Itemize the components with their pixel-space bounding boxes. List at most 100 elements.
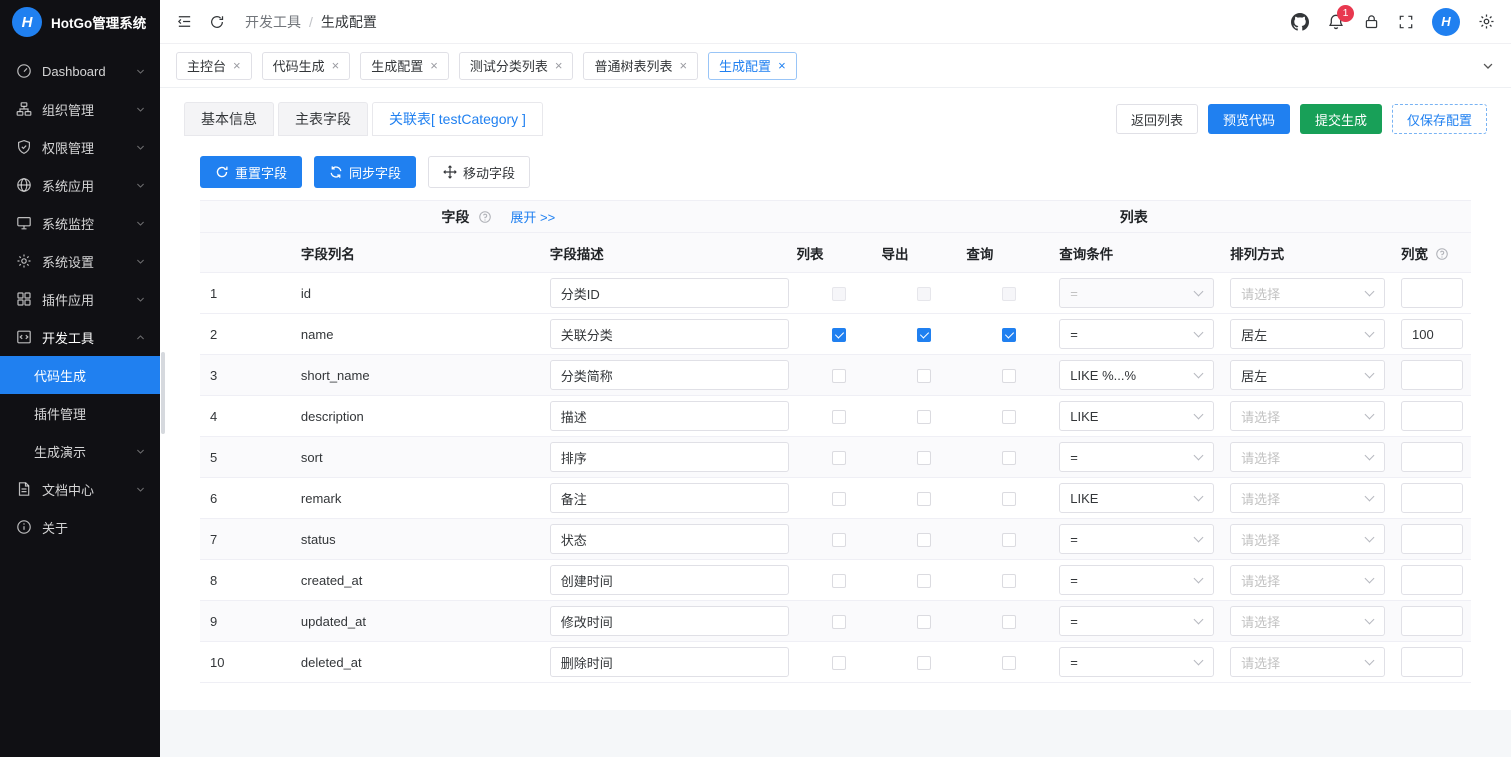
list-checkbox[interactable] [832,410,846,424]
export-checkbox[interactable] [917,451,931,465]
close-icon[interactable]: × [679,59,687,72]
sidebar-item-system-app[interactable]: 系统应用 [0,166,160,204]
tab-list-dropdown-button[interactable] [1481,59,1495,73]
export-checkbox[interactable] [917,656,931,670]
list-checkbox[interactable] [832,574,846,588]
list-checkbox[interactable] [832,287,846,301]
export-checkbox[interactable] [917,410,931,424]
field-desc-input[interactable] [550,319,789,349]
query-checkbox[interactable] [1002,533,1016,547]
app-logo[interactable]: HotGo管理系统 [0,0,160,44]
breadcrumb-section[interactable]: 开发工具 [245,12,301,32]
field-desc-input[interactable] [550,606,789,636]
sidebar-item-system-settings[interactable]: 系统设置 [0,242,160,280]
align-select[interactable]: 居左 [1230,319,1385,349]
sync-fields-button[interactable]: 同步字段 [314,156,416,188]
expand-fields-link[interactable]: 展开 >> [510,207,555,226]
list-checkbox[interactable] [832,369,846,383]
help-icon[interactable] [1435,247,1449,261]
query-checkbox[interactable] [1002,328,1016,342]
close-icon[interactable]: × [233,59,241,72]
field-desc-input[interactable] [550,442,789,472]
query-condition-select[interactable]: = [1059,278,1214,308]
query-condition-select[interactable]: = [1059,565,1214,595]
settings-gear-button[interactable] [1478,13,1495,30]
submit-generate-button[interactable]: 提交生成 [1300,104,1382,134]
github-icon[interactable] [1291,13,1309,31]
close-icon[interactable]: × [555,59,563,72]
sidebar-item-doc-center[interactable]: 文档中心 [0,470,160,508]
sidebar-item-organization[interactable]: 组织管理 [0,90,160,128]
tab-item[interactable]: 普通树表列表× [583,52,698,80]
query-condition-select[interactable]: = [1059,524,1214,554]
export-checkbox[interactable] [917,615,931,629]
column-width-input[interactable] [1401,483,1463,513]
field-desc-input[interactable] [550,483,789,513]
align-select[interactable]: 居左 [1230,360,1385,390]
sidebar-collapse-button[interactable] [176,13,193,30]
query-checkbox[interactable] [1002,492,1016,506]
refresh-button[interactable] [209,14,225,30]
query-condition-select[interactable]: LIKE %...% [1059,360,1214,390]
export-checkbox[interactable] [917,287,931,301]
query-checkbox[interactable] [1002,287,1016,301]
close-icon[interactable]: × [430,59,438,72]
field-desc-input[interactable] [550,647,789,677]
tab-item[interactable]: 测试分类列表× [459,52,574,80]
export-checkbox[interactable] [917,328,931,342]
sidebar-item-about[interactable]: 关于 [0,508,160,546]
align-select[interactable]: 请选择 [1230,565,1385,595]
scrollbar-thumb[interactable] [161,352,165,434]
align-select[interactable]: 请选择 [1230,442,1385,472]
query-condition-select[interactable]: LIKE [1059,483,1214,513]
list-checkbox[interactable] [832,451,846,465]
query-checkbox[interactable] [1002,451,1016,465]
query-condition-select[interactable]: = [1059,319,1214,349]
query-condition-select[interactable]: = [1059,606,1214,636]
tab-basic-info[interactable]: 基本信息 [184,102,274,136]
list-checkbox[interactable] [832,328,846,342]
tab-item[interactable]: 生成配置× [360,52,449,80]
lock-screen-button[interactable] [1363,13,1380,30]
column-width-input[interactable] [1401,606,1463,636]
sidebar-item-plugin-manage[interactable]: 插件管理 [0,394,160,432]
list-checkbox[interactable] [832,492,846,506]
align-select[interactable]: 请选择 [1230,524,1385,554]
align-select[interactable]: 请选择 [1230,483,1385,513]
tab-main-table-fields[interactable]: 主表字段 [278,102,368,136]
sidebar-item-system-monitor[interactable]: 系统监控 [0,204,160,242]
sidebar-item-code-generation[interactable]: 代码生成 [0,356,160,394]
list-checkbox[interactable] [832,656,846,670]
avatar[interactable] [1432,8,1460,36]
query-condition-select[interactable]: LIKE [1059,401,1214,431]
column-width-input[interactable] [1401,278,1463,308]
tab-item[interactable]: 代码生成× [262,52,351,80]
column-width-input[interactable] [1401,319,1463,349]
field-desc-input[interactable] [550,524,789,554]
save-config-only-button[interactable]: 仅保存配置 [1392,104,1487,134]
preview-code-button[interactable]: 预览代码 [1208,104,1290,134]
tab-relation-table[interactable]: 关联表[ testCategory ] [372,102,543,136]
close-icon[interactable]: × [332,59,340,72]
column-width-input[interactable] [1401,360,1463,390]
align-select[interactable]: 请选择 [1230,606,1385,636]
sidebar-item-permission[interactable]: 权限管理 [0,128,160,166]
close-icon[interactable]: × [778,59,786,72]
column-width-input[interactable] [1401,442,1463,472]
field-desc-input[interactable] [550,565,789,595]
column-width-input[interactable] [1401,401,1463,431]
back-to-list-button[interactable]: 返回列表 [1116,104,1198,134]
sidebar-item-dev-tools[interactable]: 开发工具 [0,318,160,356]
field-desc-input[interactable] [550,278,789,308]
notifications-button[interactable]: 1 [1327,13,1345,31]
align-select[interactable]: 请选择 [1230,401,1385,431]
sidebar-item-plugin-app[interactable]: 插件应用 [0,280,160,318]
column-width-input[interactable] [1401,565,1463,595]
align-select[interactable]: 请选择 [1230,278,1385,308]
move-fields-button[interactable]: 移动字段 [428,156,530,188]
help-icon[interactable] [478,210,492,224]
export-checkbox[interactable] [917,533,931,547]
list-checkbox[interactable] [832,615,846,629]
field-desc-input[interactable] [550,360,789,390]
list-checkbox[interactable] [832,533,846,547]
